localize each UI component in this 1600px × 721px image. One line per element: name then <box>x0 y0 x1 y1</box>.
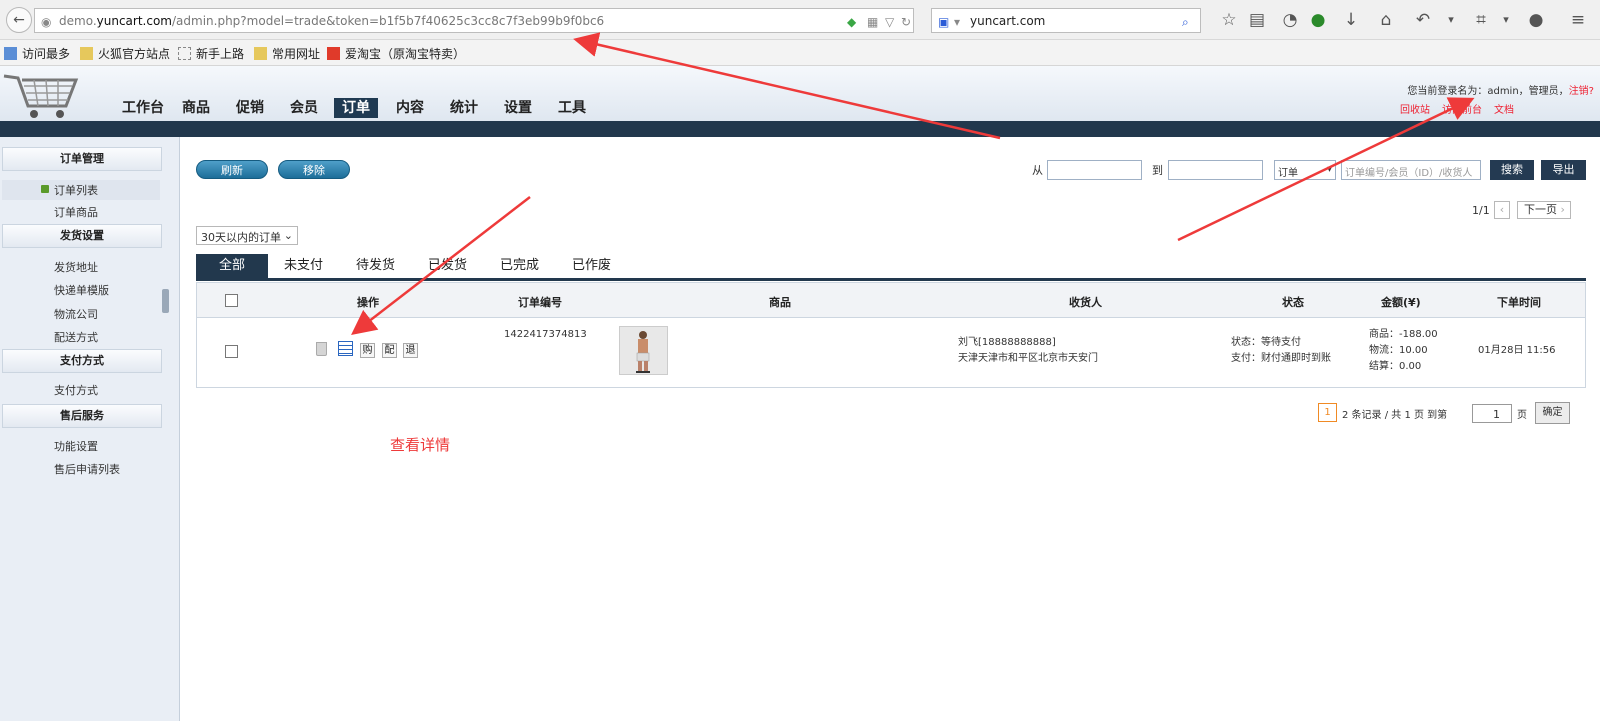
arrow-to-frontend-link <box>1177 97 1475 242</box>
arrow-to-detail-icon <box>351 196 531 336</box>
annotation-arrows <box>351 32 1475 336</box>
arrow-to-url <box>573 32 1001 140</box>
